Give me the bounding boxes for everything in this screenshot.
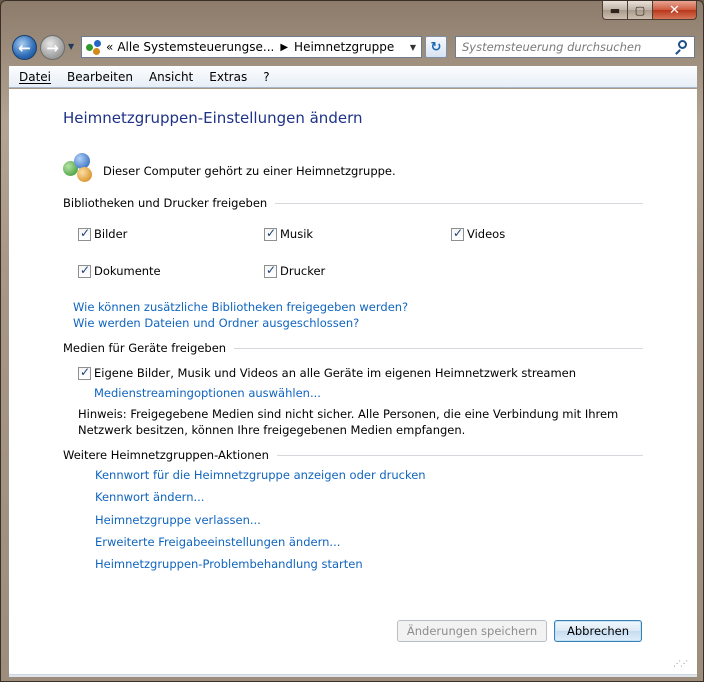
checkbox-label: Eigene Bilder, Musik und Videos an alle …	[94, 366, 577, 380]
cancel-button[interactable]: Abbrechen	[554, 620, 642, 642]
checkbox-label: Bilder	[94, 227, 128, 241]
minimize-button[interactable]: ▬	[602, 1, 628, 20]
divider	[276, 454, 643, 456]
refresh-icon: ↻	[430, 39, 442, 55]
homegroup-icon	[63, 153, 95, 183]
checkbox-checked-icon[interactable]	[264, 263, 277, 278]
recent-pages-dropdown[interactable]: ▼	[68, 42, 74, 51]
menu-bearbeiten[interactable]: Bearbeiten	[59, 70, 141, 84]
checkbox-bilder[interactable]: Bilder	[78, 226, 128, 241]
section-media-header: Medien für Geräte freigeben	[63, 341, 643, 355]
breadcrumb-separator-icon[interactable]: ▶	[274, 42, 294, 53]
address-dropdown-icon[interactable]: ▼	[405, 43, 421, 52]
link-leave-homegroup[interactable]: Heimnetzgruppe verlassen...	[95, 513, 261, 527]
refresh-button[interactable]: ↻	[425, 36, 447, 58]
link-exclude-files[interactable]: Wie werden Dateien und Ordner ausgeschlo…	[73, 316, 359, 330]
save-changes-button[interactable]: Änderungen speichern	[397, 620, 547, 642]
section-actions-label: Weitere Heimnetzgruppen-Aktionen	[63, 448, 269, 462]
checkbox-checked-icon[interactable]	[264, 226, 277, 241]
breadcrumb-control-panel[interactable]: Alle Systemsteuerungse...	[117, 40, 274, 54]
back-button[interactable]: ←	[12, 35, 37, 60]
checkbox-checked-icon[interactable]	[78, 226, 91, 241]
checkbox-media-stream[interactable]: Eigene Bilder, Musik und Videos an alle …	[78, 365, 577, 380]
link-media-streaming-options[interactable]: Medienstreamingoptionen auswählen...	[94, 386, 321, 400]
menu-ansicht[interactable]: Ansicht	[141, 70, 201, 84]
content-area: Heimnetzgruppen-Einstellungen ändern Die…	[9, 89, 697, 675]
search-input[interactable]	[462, 40, 674, 54]
link-add-libraries[interactable]: Wie können zusätzliche Bibliotheken frei…	[73, 300, 408, 314]
close-button[interactable]: ✕	[653, 1, 697, 20]
back-arrow-icon: ←	[18, 38, 31, 57]
menu-bar: Datei Bearbeiten Ansicht Extras ?	[9, 66, 697, 88]
window-frame: ▬ ▢ ✕ ← → ▼ « Alle Systemsteuerungse... …	[0, 0, 704, 682]
search-box[interactable]	[455, 36, 695, 58]
divider	[275, 202, 643, 204]
caption-buttons: ▬ ▢ ✕	[602, 1, 697, 21]
section-actions-header: Weitere Heimnetzgruppen-Aktionen	[63, 448, 643, 462]
section-libraries-header: Bibliotheken und Drucker freigeben	[63, 196, 643, 210]
breadcrumb-overflow[interactable]: «	[106, 40, 117, 54]
checkbox-label: Dokumente	[94, 264, 161, 278]
checkbox-drucker[interactable]: Drucker	[264, 263, 326, 278]
resize-grip-icon[interactable]: ⋰⋰	[673, 659, 688, 668]
checkbox-checked-icon[interactable]	[451, 226, 464, 241]
homegroup-status-text: Dieser Computer gehört zu einer Heimnetz…	[103, 164, 396, 178]
security-note: Hinweis: Freigegebene Medien sind nicht …	[78, 407, 619, 437]
address-bar[interactable]: « Alle Systemsteuerungse... ▶ Heimnetzgr…	[81, 36, 422, 58]
checkbox-label: Musik	[280, 227, 314, 241]
forward-button[interactable]: →	[40, 35, 65, 60]
section-libraries-label: Bibliotheken und Drucker freigeben	[63, 196, 268, 210]
link-advanced-sharing[interactable]: Erweiterte Freigabeeinstellungen ändern.…	[95, 535, 340, 549]
breadcrumb-homegroup[interactable]: Heimnetzgruppe	[294, 40, 394, 54]
checkbox-checked-icon[interactable]	[78, 263, 91, 278]
link-troubleshooter[interactable]: Heimnetzgruppen-Problembehandlung starte…	[95, 557, 363, 571]
homegroup-icon	[86, 39, 102, 55]
link-change-password[interactable]: Kennwort ändern...	[95, 490, 204, 504]
divider	[234, 347, 643, 349]
checkbox-videos[interactable]: Videos	[451, 226, 506, 241]
search-icon[interactable]	[674, 38, 692, 56]
menu-help[interactable]: ?	[255, 70, 277, 84]
checkbox-dokumente[interactable]: Dokumente	[78, 263, 161, 278]
checkbox-checked-icon[interactable]	[78, 365, 91, 380]
checkbox-musik[interactable]: Musik	[264, 226, 314, 241]
forward-arrow-icon: →	[46, 38, 59, 57]
section-media-label: Medien für Geräte freigeben	[63, 341, 227, 355]
menu-extras[interactable]: Extras	[201, 70, 255, 84]
page-title: Heimnetzgruppen-Einstellungen ändern	[63, 109, 363, 127]
link-show-password[interactable]: Kennwort für die Heimnetzgruppe anzeigen…	[95, 468, 426, 482]
maximize-button[interactable]: ▢	[628, 1, 653, 20]
checkbox-label: Drucker	[280, 264, 326, 278]
menu-datei[interactable]: Datei	[11, 70, 59, 84]
checkbox-label: Videos	[467, 227, 506, 241]
window-bottom-border	[9, 675, 697, 677]
